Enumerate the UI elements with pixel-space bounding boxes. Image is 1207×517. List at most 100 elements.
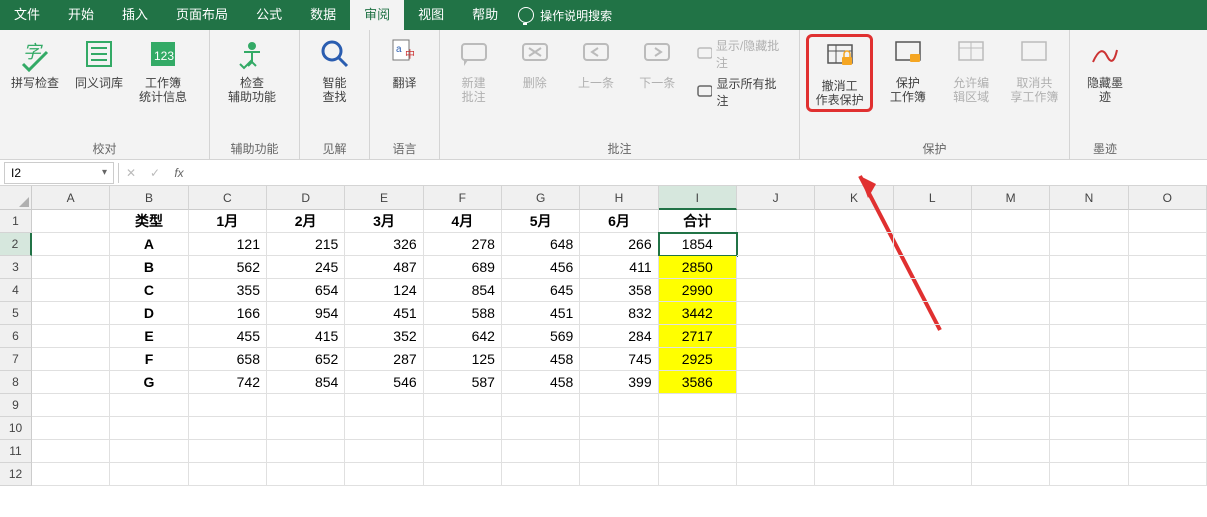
cell-M10[interactable] — [972, 417, 1050, 440]
cell-M12[interactable] — [972, 463, 1050, 486]
fx-button[interactable]: fx — [167, 166, 191, 180]
cell-L2[interactable] — [894, 233, 972, 256]
cell-G6[interactable]: 569 — [502, 325, 580, 348]
cell-C1[interactable]: 1月 — [189, 210, 267, 233]
cell-D9[interactable] — [267, 394, 345, 417]
col-header-A[interactable]: A — [32, 186, 110, 210]
col-header-E[interactable]: E — [345, 186, 423, 210]
cell-H6[interactable]: 284 — [580, 325, 658, 348]
cell-G2[interactable]: 648 — [502, 233, 580, 256]
next-comment-button[interactable]: 下一条 — [630, 34, 685, 92]
cell-L8[interactable] — [894, 371, 972, 394]
cell-L6[interactable] — [894, 325, 972, 348]
row-header-8[interactable]: 8 — [0, 371, 32, 394]
cell-C8[interactable]: 742 — [189, 371, 267, 394]
cell-H3[interactable]: 411 — [580, 256, 658, 279]
cell-J8[interactable] — [737, 371, 815, 394]
cell-I8[interactable]: 3586 — [659, 371, 737, 394]
cell-A12[interactable] — [32, 463, 110, 486]
cell-O4[interactable] — [1129, 279, 1207, 302]
cell-H5[interactable]: 832 — [580, 302, 658, 325]
tab-layout[interactable]: 页面布局 — [162, 0, 242, 30]
cell-A1[interactable] — [32, 210, 110, 233]
name-box[interactable]: I2 ▾ — [4, 162, 114, 184]
cell-E2[interactable]: 326 — [345, 233, 423, 256]
cell-N3[interactable] — [1050, 256, 1128, 279]
cell-C6[interactable]: 455 — [189, 325, 267, 348]
cell-F1[interactable]: 4月 — [424, 210, 502, 233]
cell-N2[interactable] — [1050, 233, 1128, 256]
col-header-J[interactable]: J — [737, 186, 815, 210]
col-header-G[interactable]: G — [502, 186, 580, 210]
cell-M4[interactable] — [972, 279, 1050, 302]
show-all-comments-button[interactable]: 显示所有批注 — [695, 74, 789, 110]
cell-J12[interactable] — [737, 463, 815, 486]
cell-E8[interactable]: 546 — [345, 371, 423, 394]
delete-comment-button[interactable]: 删除 — [507, 34, 562, 92]
col-header-M[interactable]: M — [972, 186, 1050, 210]
cell-L1[interactable] — [894, 210, 972, 233]
col-header-I[interactable]: I — [659, 186, 737, 210]
cell-C7[interactable]: 658 — [189, 348, 267, 371]
cell-J11[interactable] — [737, 440, 815, 463]
cell-E4[interactable]: 124 — [345, 279, 423, 302]
cell-C9[interactable] — [189, 394, 267, 417]
cell-F12[interactable] — [424, 463, 502, 486]
cell-B7[interactable]: F — [110, 348, 188, 371]
workbook-stats-button[interactable]: 123 工作簿 统计信息 — [134, 34, 192, 106]
cell-G8[interactable]: 458 — [502, 371, 580, 394]
cell-H10[interactable] — [580, 417, 658, 440]
translate-button[interactable]: a中 翻译 — [376, 34, 433, 92]
cell-I3[interactable]: 2850 — [659, 256, 737, 279]
cell-B8[interactable]: G — [110, 371, 188, 394]
cell-F8[interactable]: 587 — [424, 371, 502, 394]
cell-J2[interactable] — [737, 233, 815, 256]
cell-D4[interactable]: 654 — [267, 279, 345, 302]
cell-H11[interactable] — [580, 440, 658, 463]
cell-F2[interactable]: 278 — [424, 233, 502, 256]
cell-F9[interactable] — [424, 394, 502, 417]
cell-I1[interactable]: 合计 — [659, 210, 737, 233]
row-header-11[interactable]: 11 — [0, 440, 32, 463]
cell-A6[interactable] — [32, 325, 110, 348]
cell-E7[interactable]: 287 — [345, 348, 423, 371]
cell-O1[interactable] — [1129, 210, 1207, 233]
cell-A4[interactable] — [32, 279, 110, 302]
cell-B12[interactable] — [110, 463, 188, 486]
cell-I7[interactable]: 2925 — [659, 348, 737, 371]
row-header-6[interactable]: 6 — [0, 325, 32, 348]
cell-B1[interactable]: 类型 — [110, 210, 188, 233]
cell-D1[interactable]: 2月 — [267, 210, 345, 233]
cell-I2[interactable]: 1854 — [659, 233, 737, 256]
row-header-7[interactable]: 7 — [0, 348, 32, 371]
cell-E11[interactable] — [345, 440, 423, 463]
cell-O5[interactable] — [1129, 302, 1207, 325]
cell-J3[interactable] — [737, 256, 815, 279]
row-header-10[interactable]: 10 — [0, 417, 32, 440]
cell-C2[interactable]: 121 — [189, 233, 267, 256]
cell-F11[interactable] — [424, 440, 502, 463]
cell-A7[interactable] — [32, 348, 110, 371]
cell-D8[interactable]: 854 — [267, 371, 345, 394]
tab-view[interactable]: 视图 — [404, 0, 458, 30]
row-header-2[interactable]: 2 — [0, 233, 32, 256]
row-header-4[interactable]: 4 — [0, 279, 32, 302]
cell-A2[interactable] — [32, 233, 110, 256]
cell-C4[interactable]: 355 — [189, 279, 267, 302]
cell-L11[interactable] — [894, 440, 972, 463]
cell-K12[interactable] — [815, 463, 893, 486]
select-all-corner[interactable] — [0, 186, 32, 210]
cell-A8[interactable] — [32, 371, 110, 394]
cell-G4[interactable]: 645 — [502, 279, 580, 302]
tab-review[interactable]: 审阅 — [350, 0, 404, 30]
cell-E10[interactable] — [345, 417, 423, 440]
cell-K9[interactable] — [815, 394, 893, 417]
cell-G9[interactable] — [502, 394, 580, 417]
cell-B9[interactable] — [110, 394, 188, 417]
cell-J9[interactable] — [737, 394, 815, 417]
cell-N7[interactable] — [1050, 348, 1128, 371]
cell-G10[interactable] — [502, 417, 580, 440]
cell-L3[interactable] — [894, 256, 972, 279]
col-header-B[interactable]: B — [110, 186, 188, 210]
cell-G11[interactable] — [502, 440, 580, 463]
